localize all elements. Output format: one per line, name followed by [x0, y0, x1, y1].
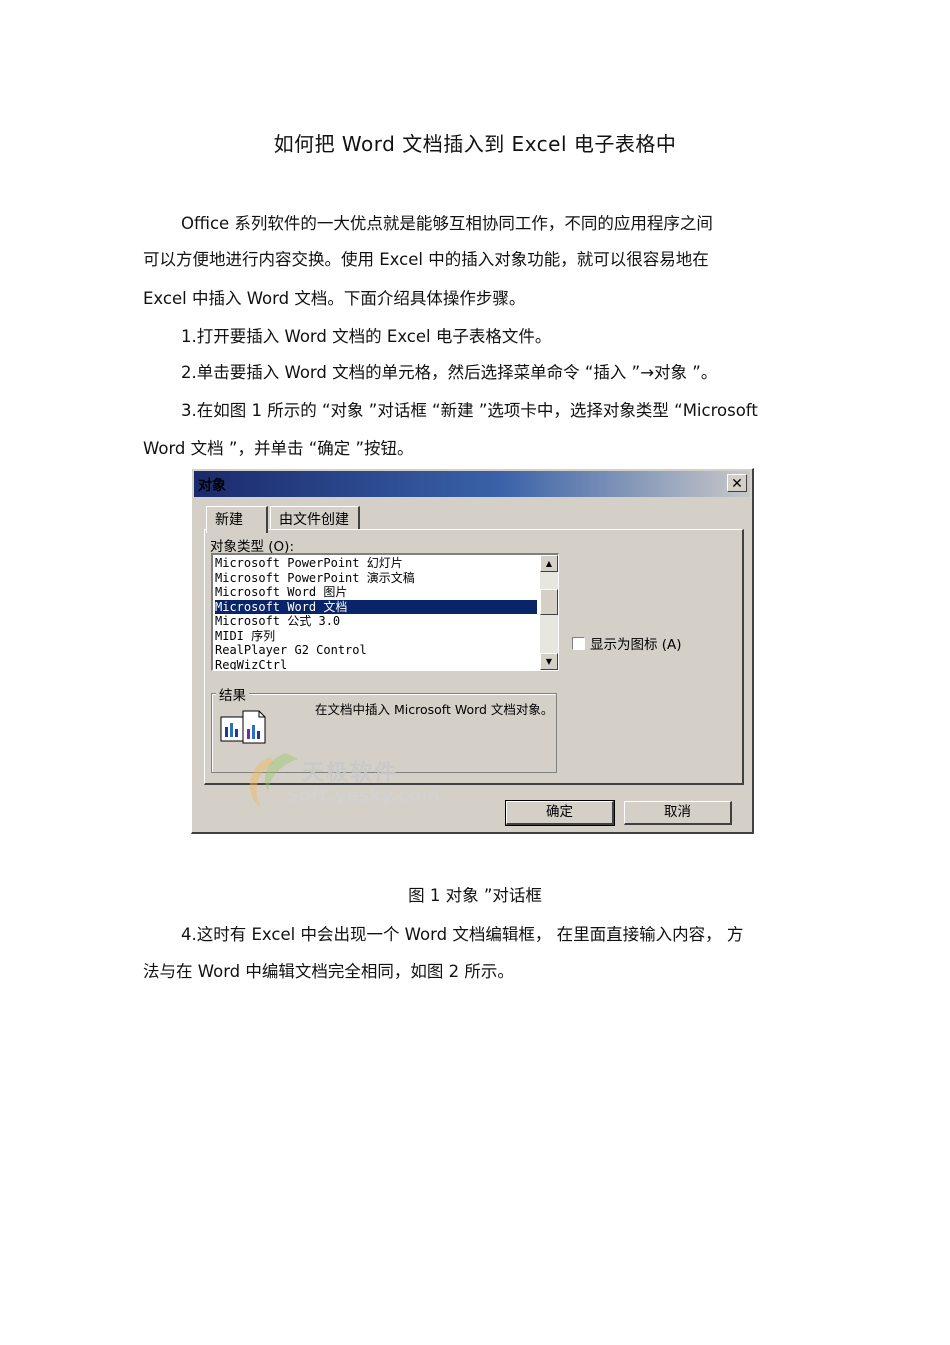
display-as-icon-label[interactable]: 显示为图标 (A) [590, 633, 682, 653]
list-item-selected[interactable]: Microsoft Word 文档 [215, 599, 537, 614]
arrow-down-icon: ▼ [545, 657, 553, 666]
dialog-title: 对象 [198, 478, 226, 494]
object-dialog: 对象 ✕ 新建 由文件创建 对象类型 (O): Microsoft PowerP… [191, 468, 754, 834]
list-item[interactable]: RegWizCtrl [215, 658, 537, 671]
step-4-line: 法与在 Word 中编辑文档完全相同，如图 2 所示。 [143, 962, 514, 981]
list-item[interactable]: Microsoft Word 图片 [215, 585, 537, 600]
list-item[interactable]: Microsoft 公式 3.0 [215, 614, 537, 629]
close-icon: ✕ [731, 476, 743, 492]
result-description: 在文档中插入 Microsoft Word 文档对象。 [315, 702, 554, 717]
step-2: 2.单击要插入 Word 文档的单元格，然后选择菜单命令 “插入 ”→对象 ”。 [181, 363, 718, 382]
step-3-line: 3.在如图 1 所示的 “对象 ”对话框 “新建 ”选项卡中，选择对象类型 “M… [181, 401, 758, 420]
ok-button[interactable]: 确定 [505, 800, 615, 826]
step-3-line: Word 文档 ”，并单击 “确定 ”按钮。 [143, 439, 414, 458]
list-item[interactable]: MIDI 序列 [215, 629, 537, 644]
tab-label: 新建 [215, 512, 243, 528]
list-item[interactable]: Microsoft PowerPoint 幻灯片 [215, 556, 537, 571]
paragraph-line: Excel 中插入 Word 文档。下面介绍具体操作步骤。 [143, 289, 526, 308]
paragraph-line: 可以方便地进行内容交换。使用 Excel 中的插入对象功能，就可以很容易地在 [143, 250, 709, 269]
list-scrollbar[interactable]: ▲ ▼ [540, 555, 558, 670]
scroll-up-button[interactable]: ▲ [540, 555, 558, 572]
display-as-icon-checkbox[interactable] [572, 637, 585, 650]
tab-label: 由文件创建 [279, 512, 349, 528]
tab-from-file[interactable]: 由文件创建 [270, 506, 360, 530]
arrow-up-icon: ▲ [545, 559, 553, 568]
tab-new[interactable]: 新建 [206, 506, 268, 533]
dialog-titlebar: 对象 ✕ [194, 471, 750, 497]
list-item[interactable]: Microsoft PowerPoint 演示文稿 [215, 571, 537, 586]
scroll-down-button[interactable]: ▼ [540, 653, 558, 670]
result-icon [219, 709, 271, 753]
object-type-label: 对象类型 (O): [210, 539, 294, 555]
close-button[interactable]: ✕ [727, 474, 747, 492]
ok-button-label: 确定 [546, 804, 573, 820]
list-item[interactable]: RealPlayer G2 Control [215, 643, 537, 658]
step-1: 1.打开要插入 Word 文档的 Excel 电子表格文件。 [181, 327, 552, 346]
document-title: 如何把 Word 文档插入到 Excel 电子表格中 [273, 132, 677, 156]
cancel-button-label: 取消 [664, 804, 691, 820]
watermark-en: Soft.yesky.com [286, 785, 440, 806]
cancel-button[interactable]: 取消 [624, 801, 732, 825]
object-type-list[interactable]: Microsoft PowerPoint 幻灯片 Microsoft Power… [211, 553, 559, 671]
result-legend: 结果 [216, 684, 249, 704]
paragraph-line: Office 系列软件的一大优点就是能够互相协同工作，不同的应用程序之间 [181, 214, 713, 233]
step-4-line: 4.这时有 Excel 中会出现一个 Word 文档编辑框， 在里面直接输入内容… [181, 925, 744, 944]
scroll-thumb[interactable] [540, 589, 558, 615]
figure-caption: 图 1 对象 ”对话框 [408, 886, 542, 905]
